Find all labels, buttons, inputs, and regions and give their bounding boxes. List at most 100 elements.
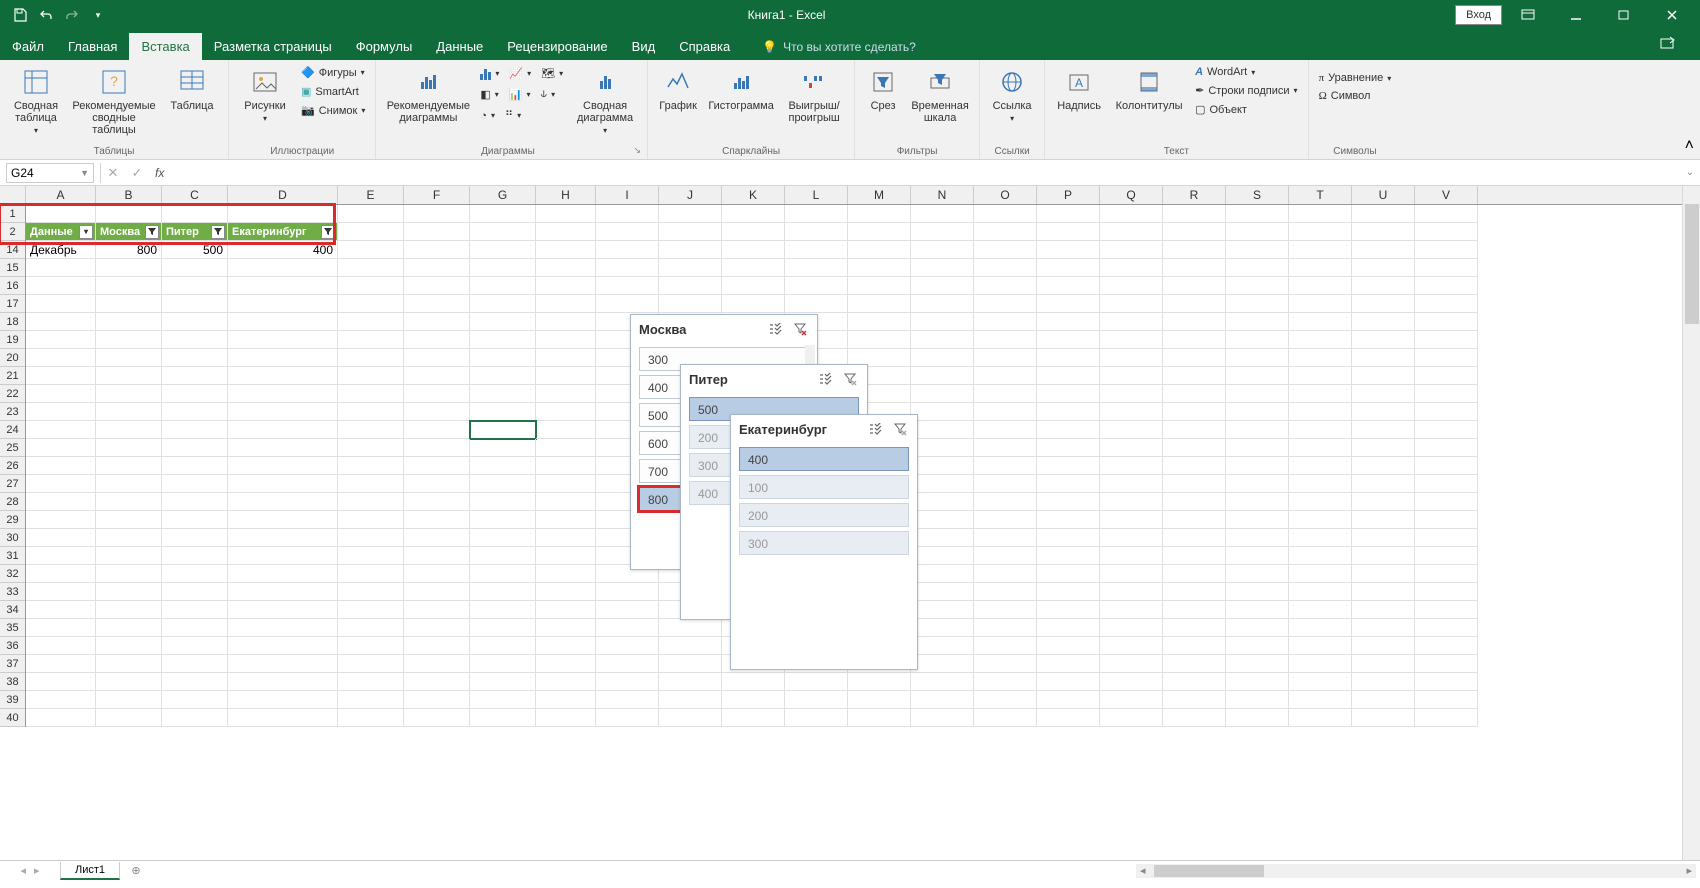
cell-T35[interactable] — [1289, 619, 1352, 637]
cell-C25[interactable] — [162, 439, 228, 457]
cell-P33[interactable] — [1037, 583, 1100, 601]
cell-U20[interactable] — [1352, 349, 1415, 367]
vertical-scrollbar-thumb[interactable] — [1685, 204, 1699, 324]
cell-L40[interactable] — [785, 709, 848, 727]
col-header-T[interactable]: T — [1289, 186, 1352, 204]
cell-V27[interactable] — [1415, 475, 1478, 493]
cell-N35[interactable] — [911, 619, 974, 637]
cell-G30[interactable] — [470, 529, 536, 547]
cell-E20[interactable] — [338, 349, 404, 367]
cell-D36[interactable] — [228, 637, 338, 655]
cell-H34[interactable] — [536, 601, 596, 619]
cell-P27[interactable] — [1037, 475, 1100, 493]
cell-S31[interactable] — [1226, 547, 1289, 565]
cell-N22[interactable] — [911, 385, 974, 403]
cell-S20[interactable] — [1226, 349, 1289, 367]
cell-S33[interactable] — [1226, 583, 1289, 601]
cell-E18[interactable] — [338, 313, 404, 331]
fx-icon[interactable]: fx — [155, 166, 164, 180]
cell-Q15[interactable] — [1100, 259, 1163, 277]
cell-A35[interactable] — [26, 619, 96, 637]
cell-R17[interactable] — [1163, 295, 1226, 313]
cell-C20[interactable] — [162, 349, 228, 367]
cell-V20[interactable] — [1415, 349, 1478, 367]
cell-B20[interactable] — [96, 349, 162, 367]
cell-E30[interactable] — [338, 529, 404, 547]
cell-K39[interactable] — [722, 691, 785, 709]
cell-O34[interactable] — [974, 601, 1037, 619]
cell-B35[interactable] — [96, 619, 162, 637]
cell-F33[interactable] — [404, 583, 470, 601]
row-header-37[interactable]: 37 — [0, 655, 25, 673]
cell-R18[interactable] — [1163, 313, 1226, 331]
cell-U1[interactable] — [1352, 205, 1415, 223]
col-header-B[interactable]: B — [96, 186, 162, 204]
cell-V26[interactable] — [1415, 457, 1478, 475]
cell-Q21[interactable] — [1100, 367, 1163, 385]
cell-F1[interactable] — [404, 205, 470, 223]
cell-O25[interactable] — [974, 439, 1037, 457]
textbox-button[interactable]: A Надпись — [1051, 64, 1107, 118]
cell-R2[interactable] — [1163, 223, 1226, 241]
cell-F17[interactable] — [404, 295, 470, 313]
cell-A24[interactable] — [26, 421, 96, 439]
symbol-button[interactable]: ΩСимвол — [1315, 88, 1396, 104]
row-header-32[interactable]: 32 — [0, 565, 25, 583]
cell-E19[interactable] — [338, 331, 404, 349]
cell-C2[interactable]: Питер — [162, 223, 228, 241]
cell-T34[interactable] — [1289, 601, 1352, 619]
cell-S26[interactable] — [1226, 457, 1289, 475]
cell-Q35[interactable] — [1100, 619, 1163, 637]
cell-V33[interactable] — [1415, 583, 1478, 601]
cell-P24[interactable] — [1037, 421, 1100, 439]
slicer-clear-filter-icon[interactable] — [791, 320, 809, 338]
cell-Q36[interactable] — [1100, 637, 1163, 655]
cell-G29[interactable] — [470, 511, 536, 529]
cell-T32[interactable] — [1289, 565, 1352, 583]
cell-G31[interactable] — [470, 547, 536, 565]
cell-N25[interactable] — [911, 439, 974, 457]
cell-N26[interactable] — [911, 457, 974, 475]
cell-T23[interactable] — [1289, 403, 1352, 421]
cell-N17[interactable] — [911, 295, 974, 313]
cell-G23[interactable] — [470, 403, 536, 421]
cell-R30[interactable] — [1163, 529, 1226, 547]
cell-J17[interactable] — [659, 295, 722, 313]
cell-M14[interactable] — [848, 241, 911, 259]
cell-V25[interactable] — [1415, 439, 1478, 457]
cell-T2[interactable] — [1289, 223, 1352, 241]
shapes-button[interactable]: 🔷Фигуры▾ — [297, 64, 369, 81]
cell-N19[interactable] — [911, 331, 974, 349]
cell-T14[interactable] — [1289, 241, 1352, 259]
cell-C21[interactable] — [162, 367, 228, 385]
cell-K2[interactable] — [722, 223, 785, 241]
cell-V35[interactable] — [1415, 619, 1478, 637]
cell-M15[interactable] — [848, 259, 911, 277]
cell-H14[interactable] — [536, 241, 596, 259]
cell-F23[interactable] — [404, 403, 470, 421]
cell-B22[interactable] — [96, 385, 162, 403]
cell-G16[interactable] — [470, 277, 536, 295]
cell-D2[interactable]: Екатеринбург — [228, 223, 338, 241]
cell-T38[interactable] — [1289, 673, 1352, 691]
cell-O30[interactable] — [974, 529, 1037, 547]
cell-B15[interactable] — [96, 259, 162, 277]
cell-T33[interactable] — [1289, 583, 1352, 601]
cell-G36[interactable] — [470, 637, 536, 655]
hscroll-right-icon[interactable]: ▸ — [1682, 864, 1696, 877]
cell-T22[interactable] — [1289, 385, 1352, 403]
share-icon[interactable] — [1646, 32, 1690, 54]
col-header-E[interactable]: E — [338, 186, 404, 204]
col-header-Q[interactable]: Q — [1100, 186, 1163, 204]
row-header-33[interactable]: 33 — [0, 583, 25, 601]
cell-R19[interactable] — [1163, 331, 1226, 349]
cell-C16[interactable] — [162, 277, 228, 295]
cell-I40[interactable] — [596, 709, 659, 727]
cell-S28[interactable] — [1226, 493, 1289, 511]
cell-Q23[interactable] — [1100, 403, 1163, 421]
sheet-tab[interactable]: Лист1 — [60, 862, 120, 880]
filter-button[interactable] — [145, 225, 159, 239]
cell-B31[interactable] — [96, 547, 162, 565]
cell-O27[interactable] — [974, 475, 1037, 493]
add-sheet-button[interactable]: ⊕ — [126, 864, 146, 877]
